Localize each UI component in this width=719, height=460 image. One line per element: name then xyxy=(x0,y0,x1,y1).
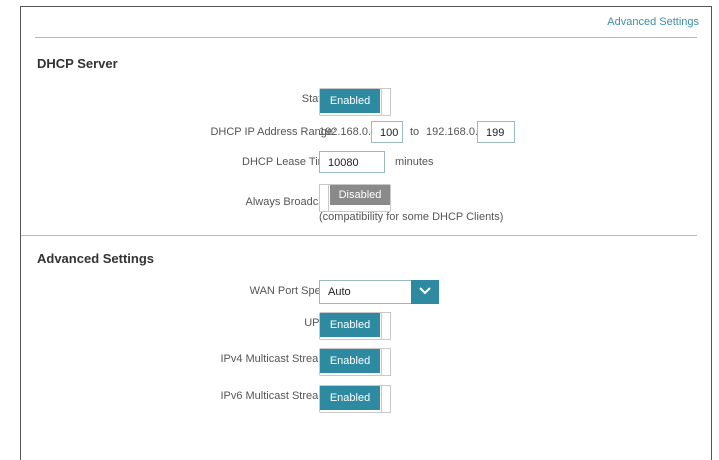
ip-range-end-prefix: 192.168.0. xyxy=(426,126,478,138)
settings-panel: Advanced Settings DHCP Server Status: En… xyxy=(20,6,712,460)
ipv6-multicast-row: IPv6 Multicast Streams: Enabled xyxy=(21,385,711,413)
lease-time-row: DHCP Lease Time: 10080 minutes xyxy=(21,151,711,175)
status-row: Status: Enabled xyxy=(21,88,711,116)
upnp-toggle[interactable]: Enabled xyxy=(319,312,391,340)
always-broadcast-note: (compatibility for some DHCP Clients) xyxy=(319,211,504,223)
advanced-settings-link[interactable]: Advanced Settings xyxy=(607,16,699,28)
ipv6-multicast-toggle-label: Enabled xyxy=(320,386,380,410)
ip-range-start-input[interactable]: 100 xyxy=(371,121,403,143)
upnp-toggle-label: Enabled xyxy=(320,313,380,337)
ip-range-end-input[interactable]: 199 xyxy=(477,121,515,143)
section-divider xyxy=(21,235,697,236)
ipv4-multicast-row: IPv4 Multicast Streams: Enabled xyxy=(21,348,711,376)
ipv4-multicast-toggle[interactable]: Enabled xyxy=(319,348,391,376)
ip-range-row: DHCP IP Address Range: 192.168.0. 100 to… xyxy=(21,121,711,145)
ipv6-multicast-toggle[interactable]: Enabled xyxy=(319,385,391,413)
status-toggle[interactable]: Enabled xyxy=(319,88,391,116)
always-broadcast-toggle[interactable]: Disabled xyxy=(319,184,391,212)
wan-port-speed-value: Auto xyxy=(328,286,351,298)
ip-range-start-prefix: 192.168.0. xyxy=(319,126,371,138)
upnp-row: UPnP: Enabled xyxy=(21,312,711,340)
dhcp-server-title: DHCP Server xyxy=(37,56,118,71)
wan-port-speed-row: WAN Port Speed: Auto xyxy=(21,280,711,304)
always-broadcast-toggle-label: Disabled xyxy=(330,185,390,205)
wan-port-speed-select[interactable]: Auto xyxy=(319,280,439,304)
always-broadcast-row: Always Broadcast: Disabled (compatibilit… xyxy=(21,184,711,223)
lease-time-input[interactable]: 10080 xyxy=(319,151,385,173)
chevron-down-icon xyxy=(411,280,439,304)
header-divider xyxy=(35,37,697,38)
lease-time-unit: minutes xyxy=(395,156,434,168)
ip-range-label: DHCP IP Address Range: xyxy=(210,126,336,138)
ip-range-to-text: to xyxy=(410,126,420,138)
advanced-settings-title: Advanced Settings xyxy=(37,251,155,266)
status-toggle-label: Enabled xyxy=(320,89,380,113)
ipv4-multicast-toggle-label: Enabled xyxy=(320,349,380,373)
